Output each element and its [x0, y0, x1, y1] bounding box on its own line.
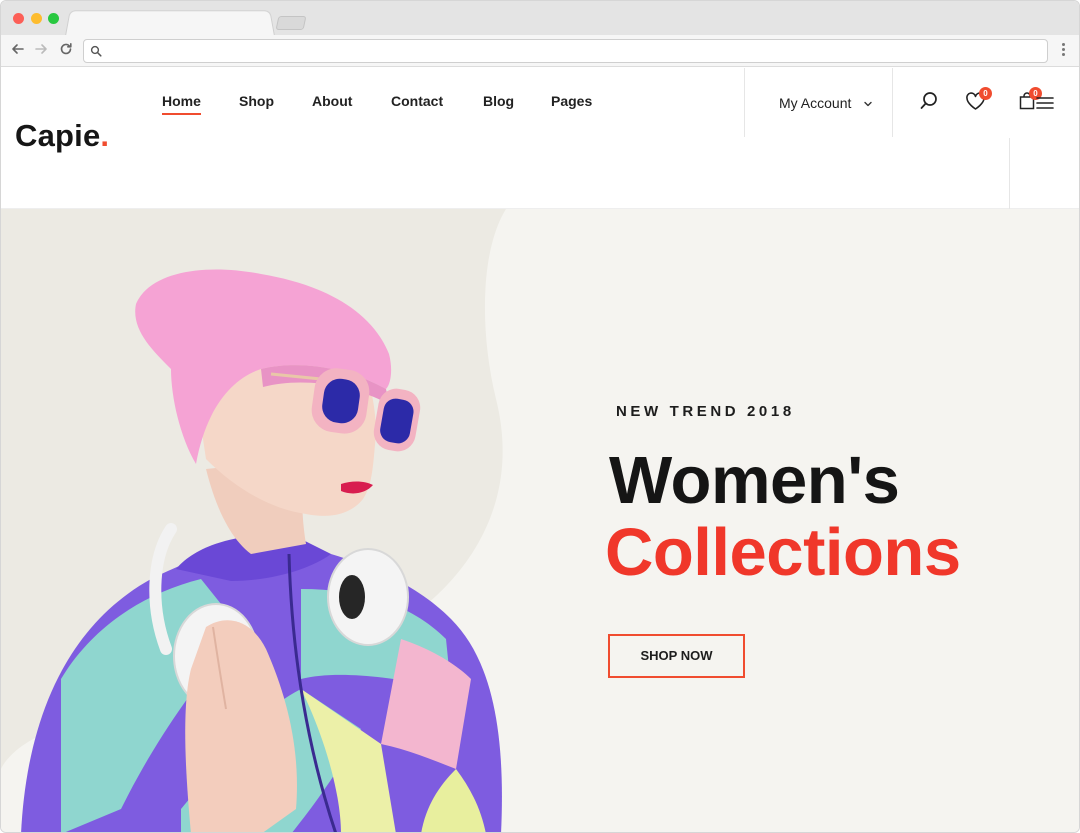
- my-account-dropdown[interactable]: My Account: [779, 95, 851, 111]
- new-tab-button[interactable]: [275, 16, 307, 30]
- nav-item-home[interactable]: Home: [162, 93, 201, 115]
- browser-window: Capie. Home Shop About Contact Blog Page…: [0, 0, 1080, 833]
- minimize-window-button[interactable]: [31, 13, 42, 24]
- hero-model-image: [21, 269, 502, 832]
- hero-banner: NEW TREND 2018 Women's Collections SHOP …: [1, 209, 1079, 832]
- hero-eyebrow: NEW TREND 2018: [616, 403, 795, 420]
- header-divider: [1009, 138, 1010, 209]
- maximize-window-button[interactable]: [48, 13, 59, 24]
- address-bar[interactable]: [83, 39, 1048, 63]
- search-icon[interactable]: [919, 91, 939, 116]
- logo-dot: .: [100, 118, 110, 153]
- shop-now-button[interactable]: SHOP NOW: [608, 634, 745, 678]
- header-divider: [892, 68, 893, 137]
- logo-text: Capie: [15, 118, 101, 153]
- reload-icon[interactable]: [57, 41, 75, 59]
- browser-menu-icon[interactable]: [1057, 41, 1069, 61]
- forward-arrow-icon[interactable]: [32, 41, 50, 59]
- close-window-button[interactable]: [13, 13, 24, 24]
- nav-item-shop[interactable]: Shop: [239, 93, 274, 109]
- browser-toolbar: [1, 35, 1079, 67]
- wishlist-count-badge: 0: [979, 87, 992, 100]
- search-icon: [90, 44, 102, 62]
- header-divider: [744, 68, 745, 137]
- site-logo[interactable]: Capie.: [15, 118, 109, 154]
- site-header: Capie. Home Shop About Contact Blog Page…: [1, 68, 1079, 209]
- hamburger-icon[interactable]: [1036, 96, 1054, 114]
- hero-title-line1: Women's: [609, 443, 900, 518]
- hero-title-line2: Collections: [605, 515, 961, 590]
- nav-item-about[interactable]: About: [312, 93, 352, 109]
- nav-item-contact[interactable]: Contact: [391, 93, 443, 109]
- back-arrow-icon[interactable]: [9, 41, 27, 59]
- browser-tab[interactable]: [65, 10, 275, 37]
- nav-item-pages[interactable]: Pages: [551, 93, 592, 109]
- chevron-down-icon[interactable]: [863, 96, 873, 114]
- browser-tab-bar: [1, 1, 1079, 37]
- nav-item-blog[interactable]: Blog: [483, 93, 514, 109]
